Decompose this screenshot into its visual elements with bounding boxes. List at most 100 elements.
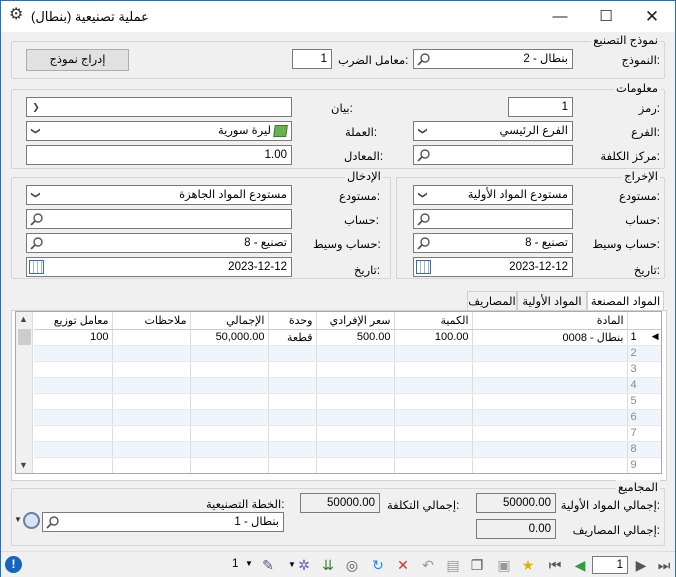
cell-factor[interactable]	[34, 393, 113, 410]
cell-qty[interactable]	[394, 457, 473, 473]
search-icon[interactable]	[417, 148, 431, 162]
cell-qty[interactable]	[394, 409, 473, 426]
delete-icon[interactable]: ✕	[394, 556, 412, 574]
cell-material[interactable]	[472, 377, 628, 394]
column-header[interactable]: سعر الإفرادي	[316, 312, 395, 330]
search-icon[interactable]	[417, 236, 431, 250]
close-button[interactable]: ✕	[629, 1, 675, 32]
cell-factor[interactable]	[34, 425, 113, 442]
cell-price[interactable]	[316, 377, 395, 394]
table-row[interactable]: 2	[34, 345, 661, 362]
refresh-icon[interactable]: ↻	[369, 556, 387, 574]
cell-material[interactable]	[472, 441, 628, 458]
column-header[interactable]: المادة	[472, 312, 628, 330]
equivalent-field[interactable]: 1.00	[26, 145, 292, 165]
search-icon[interactable]	[46, 515, 60, 529]
input-date-field[interactable]: 2023-12-12	[26, 257, 292, 277]
minimize-button[interactable]: —	[537, 1, 583, 32]
cell-qty[interactable]	[394, 441, 473, 458]
chevron-down-icon[interactable]: ❯	[415, 124, 431, 138]
cell-material[interactable]	[472, 345, 628, 362]
cell-factor[interactable]	[34, 377, 113, 394]
table-row[interactable]: 8	[34, 441, 661, 458]
cell-unit[interactable]	[268, 409, 317, 426]
chevron-down-icon[interactable]: ❯	[29, 99, 43, 115]
cell-total[interactable]	[190, 377, 269, 394]
input-intermediate-field[interactable]: 8 - تصنيع	[26, 233, 292, 253]
cell-notes[interactable]	[112, 345, 191, 362]
chevron-down-icon[interactable]: ▼	[14, 515, 22, 524]
undo-icon[interactable]: ↶	[419, 556, 437, 574]
cell-price[interactable]	[316, 361, 395, 378]
star-icon[interactable]: ★	[519, 556, 537, 574]
cell-factor[interactable]: 100	[34, 329, 113, 346]
calendar-icon[interactable]	[416, 260, 431, 274]
settings-icon[interactable]: ✲	[295, 556, 313, 574]
column-header[interactable]: ملاحظات	[112, 312, 191, 330]
column-header[interactable]: الإجمالي	[190, 312, 269, 330]
search-icon[interactable]	[417, 52, 431, 66]
attachment-icon[interactable]: ✎	[259, 556, 277, 574]
plan-options-icon[interactable]	[23, 512, 40, 529]
cell-price[interactable]	[316, 409, 395, 426]
output-account-field[interactable]	[413, 209, 573, 229]
cell-unit[interactable]	[268, 377, 317, 394]
cell-unit[interactable]	[268, 441, 317, 458]
cell-qty[interactable]: 100.00	[394, 329, 473, 346]
cell-material[interactable]	[472, 409, 628, 426]
code-field[interactable]: 1	[508, 97, 573, 117]
scroll-down-icon[interactable]: ▼	[19, 460, 28, 470]
cell-factor[interactable]	[34, 457, 113, 473]
branch-field[interactable]: ❯ الفرع الرئيسي	[413, 121, 573, 141]
cell-unit[interactable]	[268, 361, 317, 378]
cell-notes[interactable]	[112, 409, 191, 426]
previous-record-icon[interactable]: ◀	[571, 556, 589, 574]
cell-total[interactable]	[190, 393, 269, 410]
statement-field[interactable]: ❯	[26, 97, 292, 117]
scroll-up-icon[interactable]: ▲	[19, 314, 28, 324]
template-field[interactable]: 2 - بنطال	[413, 49, 573, 69]
cell-factor[interactable]	[34, 361, 113, 378]
table-row[interactable]: 4	[34, 377, 661, 394]
info-icon[interactable]: !	[5, 556, 22, 573]
cell-material[interactable]	[472, 457, 628, 473]
output-intermediate-field[interactable]: 8 - تصنيع	[413, 233, 573, 253]
multiplier-field[interactable]: 1	[292, 49, 332, 69]
cell-notes[interactable]	[112, 329, 191, 346]
view-icon[interactable]: ◎	[343, 556, 361, 574]
maximize-button[interactable]: ☐	[583, 1, 629, 32]
cell-total[interactable]	[190, 345, 269, 362]
cell-price[interactable]	[316, 393, 395, 410]
cell-factor[interactable]	[34, 409, 113, 426]
cell-notes[interactable]	[112, 441, 191, 458]
cell-total[interactable]	[190, 457, 269, 473]
column-header[interactable]: معامل توزيع	[34, 312, 113, 330]
cell-notes[interactable]	[112, 377, 191, 394]
table-row[interactable]: 9	[34, 457, 661, 473]
cell-notes[interactable]	[112, 361, 191, 378]
cell-material[interactable]	[472, 393, 628, 410]
cell-notes[interactable]	[112, 425, 191, 442]
cell-qty[interactable]	[394, 361, 473, 378]
insert-template-button[interactable]: إدراج نموذج	[26, 49, 129, 71]
cell-unit[interactable]	[268, 393, 317, 410]
chevron-down-icon[interactable]: ▼	[245, 559, 253, 568]
cell-total[interactable]	[190, 409, 269, 426]
input-account-field[interactable]	[26, 209, 292, 229]
cell-price[interactable]	[316, 425, 395, 442]
cell-price[interactable]: 500.00	[316, 329, 395, 346]
table-row[interactable]: 7	[34, 425, 661, 442]
cell-total[interactable]: 50,000.00	[190, 329, 269, 346]
copy-icon[interactable]: ❐	[468, 556, 486, 574]
cell-price[interactable]	[316, 345, 395, 362]
page-number-field[interactable]: 1	[592, 556, 628, 574]
cost-center-field[interactable]	[413, 145, 573, 165]
cell-material[interactable]	[472, 361, 628, 378]
cell-total[interactable]	[190, 361, 269, 378]
paste-icon[interactable]: ▤	[444, 556, 462, 574]
cell-factor[interactable]	[34, 345, 113, 362]
cell-price[interactable]	[316, 441, 395, 458]
table-row[interactable]: 100 50,000.00 قطعة 500.00 100.00 0008 - بنطال…	[34, 329, 661, 346]
gear-icon[interactable]: ⚙	[9, 7, 25, 23]
output-date-field[interactable]: 2023-12-12	[413, 257, 573, 277]
